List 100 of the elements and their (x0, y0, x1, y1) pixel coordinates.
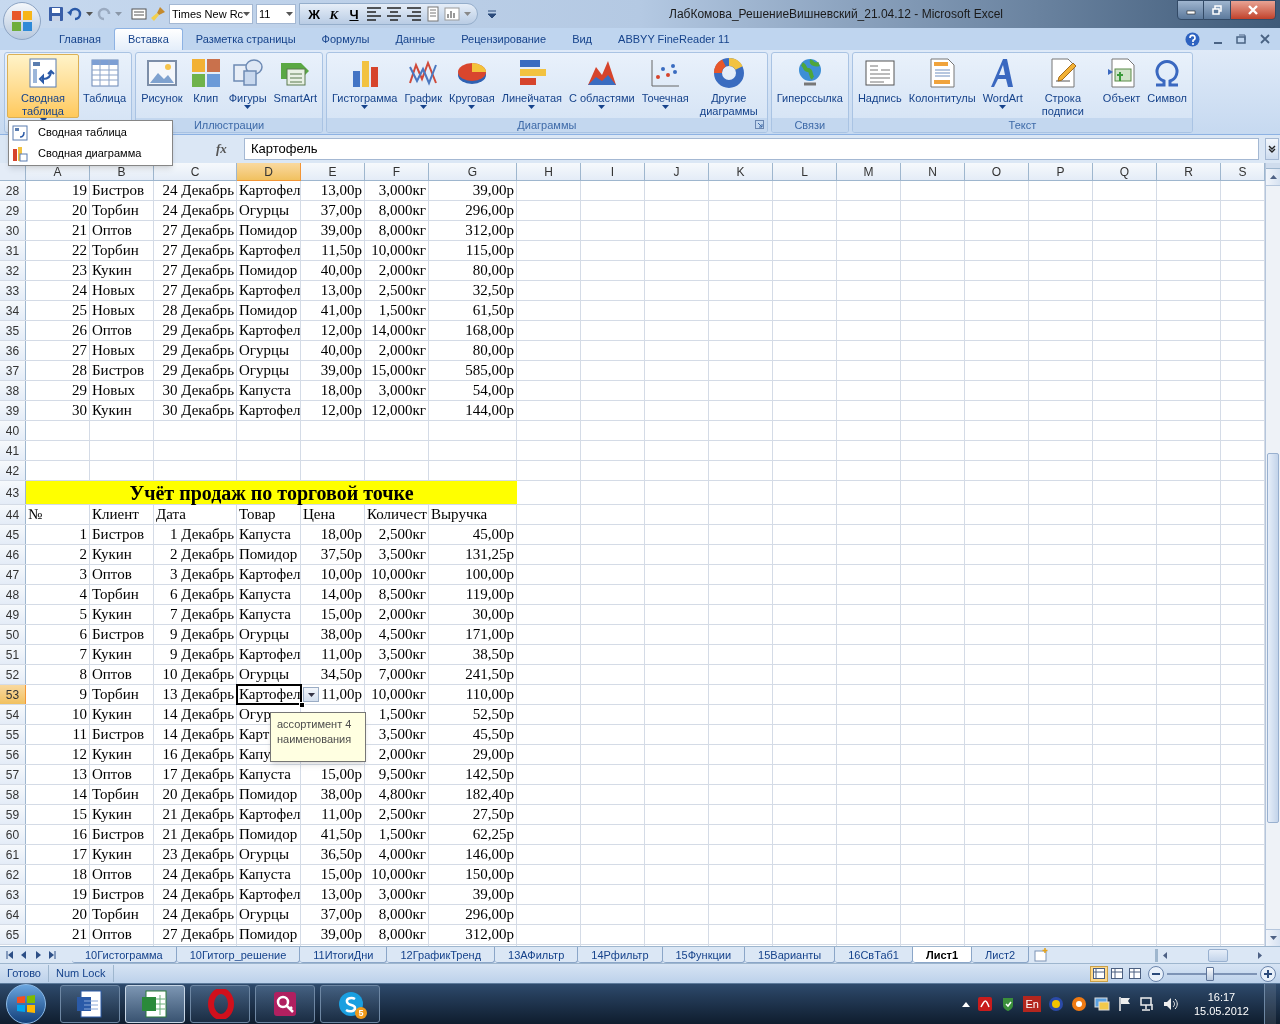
ribbon-tab[interactable]: Главная (46, 28, 114, 50)
sheet-tab[interactable]: 16СвТаб1 (835, 947, 913, 963)
dropdown-button[interactable] (303, 687, 319, 702)
row-header[interactable]: 44 (0, 505, 26, 524)
column-header[interactable]: F (365, 163, 429, 181)
ribbon-tab[interactable]: Разметка страницы (182, 28, 309, 50)
row-header[interactable]: 49 (0, 605, 26, 624)
row-header[interactable]: 51 (0, 645, 26, 664)
column-header[interactable]: S (1221, 163, 1265, 181)
ribbon-button[interactable]: Другие диаграммы (692, 54, 765, 118)
font-field[interactable]: Times New Rc (169, 4, 253, 24)
column-header[interactable]: C (154, 163, 237, 181)
sheet-tab[interactable]: Лист1 (912, 947, 973, 963)
column-header[interactable]: P (1029, 163, 1093, 181)
ribbon-button[interactable]: Таблица (80, 54, 130, 118)
row-header[interactable]: 39 (0, 401, 26, 420)
row-header[interactable]: 38 (0, 381, 26, 400)
ribbon-tab[interactable]: Данные (382, 28, 449, 50)
sheet-tab[interactable]: 10Гистограмма (72, 947, 177, 963)
row-header[interactable]: 40 (0, 421, 26, 440)
row-header[interactable]: 47 (0, 565, 26, 584)
office-button[interactable] (3, 2, 41, 40)
row-header[interactable]: 61 (0, 845, 26, 864)
scroll-down-button[interactable] (1266, 929, 1280, 946)
ribbon-button[interactable]: Надпись (854, 54, 905, 118)
row-header[interactable]: 62 (0, 865, 26, 884)
row-header[interactable]: 45 (0, 525, 26, 544)
ribbon-button[interactable]: Сводная таблица (7, 54, 79, 118)
ribbon-button[interactable]: Рисунок (138, 54, 186, 118)
ribbon-button[interactable]: Точечная (638, 54, 692, 118)
bold-button[interactable]: Ж (306, 7, 322, 21)
row-header[interactable]: 59 (0, 805, 26, 824)
column-header[interactable]: K (709, 163, 773, 181)
sheet-tab[interactable]: 14Рфильтр (578, 947, 663, 963)
ribbon-button[interactable]: SmartArt (270, 54, 320, 118)
italic-button[interactable]: К (326, 7, 342, 21)
ribbon-button[interactable]: Линейчатая (498, 54, 565, 118)
ribbon-button[interactable]: График (401, 54, 446, 118)
row-header[interactable]: 29 (0, 201, 26, 220)
ribbon-tab[interactable]: ABBYY FineReader 11 (605, 28, 743, 50)
normal-view-button[interactable] (1090, 965, 1108, 982)
ribbon-tab[interactable]: Вставка (113, 28, 183, 50)
scrollbar-thumb[interactable] (1208, 948, 1228, 962)
scroll-up-button[interactable] (1266, 169, 1280, 186)
row-header[interactable]: 56 (0, 745, 26, 764)
ribbon-button[interactable]: Гиперссылка (773, 54, 846, 118)
ribbon-button[interactable]: Символ (1144, 54, 1190, 118)
row-header[interactable]: 30 (0, 221, 26, 240)
row-header[interactable]: 55 (0, 725, 26, 744)
close-button[interactable] (1230, 0, 1276, 20)
sheet-tab[interactable]: 15Функции (662, 947, 746, 963)
page-break-button[interactable] (1126, 965, 1144, 982)
row-header[interactable]: 33 (0, 281, 26, 300)
ribbon-button[interactable]: WordArt (979, 54, 1026, 118)
page-layout-button[interactable] (1108, 965, 1126, 982)
row-header[interactable]: 32 (0, 261, 26, 280)
column-header[interactable]: Q (1093, 163, 1157, 181)
sheet-tab[interactable]: 11ИтогиДни (300, 947, 388, 963)
column-header[interactable]: E (301, 163, 365, 181)
row-header[interactable]: 53 (0, 685, 26, 704)
sheet-tab[interactable]: 12ГрафикТренд (387, 947, 496, 963)
sheet-tab[interactable]: 15Варианты (745, 947, 836, 963)
zoom-in-button[interactable] (1260, 965, 1276, 982)
column-header[interactable]: H (517, 163, 581, 181)
font-size-field[interactable]: 11 (256, 4, 296, 24)
column-header[interactable]: O (965, 163, 1029, 181)
zoom-out-button[interactable] (1148, 965, 1164, 982)
column-header[interactable]: I (581, 163, 645, 181)
ribbon-tab[interactable]: Рецензирование (448, 28, 560, 50)
restore-button[interactable] (1204, 0, 1230, 20)
row-header[interactable]: 35 (0, 321, 26, 340)
ribbon-button[interactable]: Круговая (446, 54, 498, 118)
underline-button[interactable]: Ч (346, 7, 362, 21)
row-header[interactable]: 48 (0, 585, 26, 604)
ribbon-button[interactable]: Объект (1099, 54, 1144, 118)
taskbar-app-button[interactable] (60, 985, 120, 1023)
row-header[interactable]: 37 (0, 361, 26, 380)
column-header[interactable]: D (237, 163, 301, 181)
start-button[interactable] (6, 984, 46, 1024)
column-header[interactable]: M (837, 163, 901, 181)
row-header[interactable]: 34 (0, 301, 26, 320)
row-header[interactable]: 46 (0, 545, 26, 564)
row-header[interactable]: 60 (0, 825, 26, 844)
ribbon-tab[interactable]: Вид (559, 28, 606, 50)
row-header[interactable]: 28 (0, 181, 26, 200)
language-indicator[interactable]: En (1023, 996, 1041, 1012)
sheet-tab[interactable]: 13АФильтр (495, 947, 579, 963)
row-header[interactable]: 65 (0, 925, 26, 944)
row-header[interactable]: 57 (0, 765, 26, 784)
row-header[interactable]: 54 (0, 705, 26, 724)
scrollbar-thumb[interactable] (1267, 453, 1279, 823)
ribbon-button[interactable]: Колонтитулы (905, 54, 979, 118)
menu-item[interactable]: Сводная диаграмма (9, 143, 172, 164)
row-header[interactable]: 42 (0, 461, 26, 480)
row-header[interactable]: 64 (0, 905, 26, 924)
ribbon-button[interactable]: Гистограмма (328, 54, 401, 118)
row-header[interactable]: 50 (0, 625, 26, 644)
ribbon-button[interactable]: Клип (186, 54, 225, 118)
show-desktop-button[interactable] (1264, 984, 1276, 1024)
row-header[interactable]: 36 (0, 341, 26, 360)
